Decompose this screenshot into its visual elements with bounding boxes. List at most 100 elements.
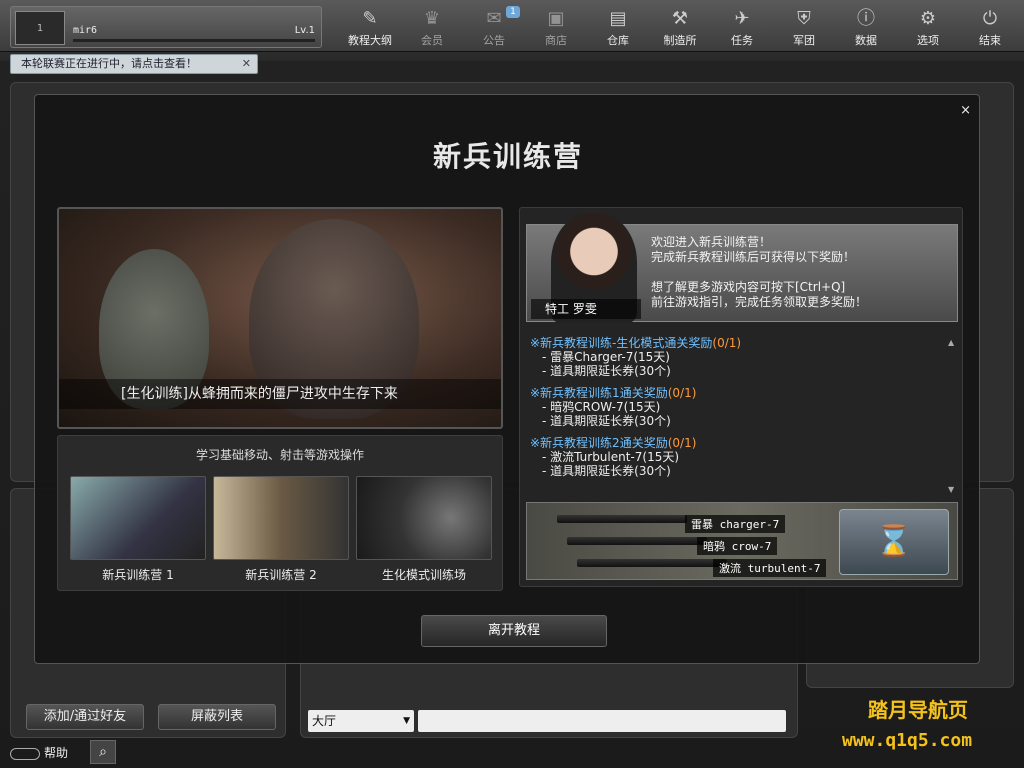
nav-item[interactable]: ⓘ 数据 bbox=[836, 4, 896, 50]
reward-item: - 暗鸦CROW-7(15天) bbox=[542, 400, 661, 414]
nav-icon: ✉ bbox=[486, 8, 502, 29]
nav-item[interactable]: ♛ 会员 bbox=[402, 4, 462, 50]
nav-label: 公告 bbox=[483, 34, 505, 47]
nav-icon: ⛨ bbox=[797, 8, 811, 29]
player-profile[interactable]: 1 mir6 Lv.1 bbox=[10, 6, 322, 48]
nav-icon: ⚒ bbox=[671, 8, 689, 29]
chevron-down-icon: ▼ bbox=[403, 716, 410, 726]
block-list-button[interactable]: 屏蔽列表 bbox=[158, 704, 276, 730]
nav-label: 军团 bbox=[793, 34, 815, 47]
reward-title: ※新兵教程训练2通关奖励(0/1) bbox=[530, 436, 697, 450]
player-level: Lv.1 bbox=[294, 25, 315, 36]
weapon-label: 暗鸦 crow-7 bbox=[697, 537, 778, 555]
reward-item: - 激流Turbulent-7(15天) bbox=[542, 450, 680, 464]
hourglass-icon: ⌛ bbox=[839, 509, 949, 575]
nav-label: 选项 bbox=[917, 34, 939, 47]
mode-card-training-1[interactable]: 新兵训练营 1 bbox=[70, 476, 206, 588]
player-name: mir6 bbox=[73, 25, 98, 36]
nav-icon: ▣ bbox=[547, 8, 565, 29]
weapon-showcase: 雷暴 charger-7 暗鸦 crow-7 激流 turbulent-7 ⌛ bbox=[526, 502, 958, 580]
npc-line: 完成新兵教程训练后可获得以下奖励！ bbox=[651, 250, 856, 264]
reward-item: - 道具期限延长券(30个) bbox=[542, 464, 671, 478]
help-link[interactable]: 帮助 bbox=[10, 744, 68, 761]
mode-card-biochem[interactable]: 生化模式训练场 bbox=[356, 476, 492, 588]
leave-tutorial-button[interactable]: 离开教程 bbox=[421, 615, 607, 647]
keyboard-icon bbox=[10, 747, 40, 760]
mode-label: 生化模式训练场 bbox=[381, 568, 466, 582]
reward-list: ※新兵教程训练-生化模式通关奖励(0/1) - 雷暴Charger-7(15天)… bbox=[530, 336, 950, 496]
chat-input[interactable] bbox=[418, 710, 786, 732]
reward-group: ※新兵教程训练2通关奖励(0/1) - 激流Turbulent-7(15天) -… bbox=[530, 436, 950, 478]
weapon-image bbox=[577, 559, 727, 567]
nav-icon: ▤ bbox=[609, 8, 627, 29]
weapon-image bbox=[557, 515, 687, 523]
rewards-panel: 特工 罗雯 欢迎进入新兵训练营！ 完成新兵教程训练后可获得以下奖励！ 想了解更多… bbox=[519, 207, 963, 587]
mode-card-training-2[interactable]: 新兵训练营 2 bbox=[213, 476, 349, 588]
nav-icon: ⓘ bbox=[857, 8, 875, 29]
nav-label: 结束 bbox=[979, 34, 1001, 47]
dialog-title: 新兵训练营 bbox=[432, 140, 583, 173]
nav-label: 仓库 bbox=[607, 34, 629, 47]
reward-item: - 道具期限延长券(30个) bbox=[542, 414, 671, 428]
nav-icon: ♛ bbox=[423, 8, 441, 29]
reward-group: ※新兵教程训练-生化模式通关奖励(0/1) - 雷暴Charger-7(15天)… bbox=[530, 336, 950, 378]
reward-group: ※新兵教程训练1通关奖励(0/1) - 暗鸦CROW-7(15天) - 道具期限… bbox=[530, 386, 950, 428]
npc-name: 特工 罗雯 bbox=[531, 299, 641, 319]
nav-label: 任务 bbox=[731, 34, 753, 47]
nav-item[interactable]: ✈ 任务 bbox=[712, 4, 772, 50]
nav-label: 教程大纲 bbox=[348, 34, 392, 47]
nav-item[interactable]: ▤ 仓库 bbox=[588, 4, 648, 50]
reward-title: ※新兵教程训练-生化模式通关奖励(0/1) bbox=[530, 336, 742, 350]
mode-label: 新兵训练营 1 bbox=[102, 568, 174, 582]
nav-item[interactable]: ✎ 教程大纲 bbox=[340, 4, 400, 50]
npc-box: 特工 罗雯 欢迎进入新兵训练营！ 完成新兵教程训练后可获得以下奖励！ 想了解更多… bbox=[526, 213, 958, 323]
reward-title: ※新兵教程训练1通关奖励(0/1) bbox=[530, 386, 697, 400]
nav-label: 商店 bbox=[545, 34, 567, 47]
npc-line: 想了解更多游戏内容可按下[Ctrl+Q] bbox=[651, 280, 846, 294]
nav-item[interactable]: ▣ 商店 bbox=[526, 4, 586, 50]
close-icon[interactable]: × bbox=[960, 103, 971, 118]
channel-select[interactable]: 大厅 ▼ bbox=[308, 710, 414, 732]
training-modes: 学习基础移动、射击等游戏操作 新兵训练营 1 新兵训练营 2 生化模式训练场 bbox=[57, 435, 503, 591]
weapon-label: 激流 turbulent-7 bbox=[713, 559, 827, 577]
npc-line: 前往游戏指引，完成任务领取更多奖励！ bbox=[651, 295, 868, 309]
channel-value: 大厅 bbox=[312, 714, 337, 728]
nav-label: 数据 bbox=[855, 34, 877, 47]
reward-item: - 道具期限延长券(30个) bbox=[542, 364, 671, 378]
scroll-down-icon[interactable]: ▼ bbox=[948, 485, 954, 494]
npc-line: 欢迎进入新兵训练营！ bbox=[651, 235, 772, 249]
npc-dialogue: 欢迎进入新兵训练营！ 完成新兵教程训练后可获得以下奖励！ 想了解更多游戏内容可按… bbox=[651, 235, 867, 310]
nav-icon: ⚙ bbox=[919, 8, 937, 29]
hero-caption: [生化训练]从蜂拥而来的僵尸进攻中生存下来 bbox=[59, 379, 501, 409]
mode-thumbnail bbox=[70, 476, 206, 560]
main-nav: ✎ 教程大纲 ♛ 会员 ✉ 公告 ▣ 商店 ▤ 仓库 ⚒ 制造所 ✈ 任务 ⛨ 军团 ⓘ 数据 ⚙ 选项 ⏻ 结束 1 bbox=[340, 4, 1024, 50]
nav-icon: ⏻ bbox=[982, 8, 998, 29]
league-notice[interactable]: 本轮联赛正在进行中，请点击查看！ ✕ bbox=[10, 54, 258, 74]
add-friend-button[interactable]: 添加/通过好友 bbox=[26, 704, 144, 730]
nav-item[interactable]: ⛨ 军团 bbox=[774, 4, 834, 50]
nav-icon: ✈ bbox=[734, 8, 750, 29]
nav-item[interactable]: ⚒ 制造所 bbox=[650, 4, 710, 50]
notice-text: 本轮联赛正在进行中，请点击查看！ bbox=[21, 57, 197, 70]
avatar: 1 bbox=[15, 11, 65, 45]
weapon-image bbox=[567, 537, 707, 545]
nav-item[interactable]: ⏻ 结束 bbox=[960, 4, 1020, 50]
nav-label: 会员 bbox=[421, 34, 443, 47]
nav-label: 制造所 bbox=[663, 34, 697, 47]
top-bar: 1 mir6 Lv.1 ✎ 教程大纲 ♛ 会员 ✉ 公告 ▣ 商店 ▤ 仓库 ⚒ 制造所 ✈ 任务 ⛨ 军团 ⓘ… bbox=[0, 0, 1024, 52]
biochem-training-banner[interactable]: [生化训练]从蜂拥而来的僵尸进攻中生存下来 bbox=[57, 207, 503, 429]
watermark-url: www.q1q5.com bbox=[842, 730, 973, 751]
mode-label: 新兵训练营 2 bbox=[245, 568, 317, 582]
modes-header: 学习基础移动、射击等游戏操作 bbox=[195, 448, 364, 462]
training-camp-dialog: × 新兵训练营 [生化训练]从蜂拥而来的僵尸进攻中生存下来 学习基础移动、射击等… bbox=[34, 94, 980, 664]
nav-icon: ✎ bbox=[362, 8, 378, 29]
mode-thumbnail bbox=[213, 476, 349, 560]
watermark-title: 踏月导航页 bbox=[868, 698, 968, 722]
scroll-up-icon[interactable]: ▲ bbox=[948, 338, 954, 347]
mode-thumbnail bbox=[356, 476, 492, 560]
search-icon[interactable]: ⌕ bbox=[90, 740, 116, 764]
close-icon[interactable]: ✕ bbox=[242, 55, 251, 73]
nav-item[interactable]: ⚙ 选项 bbox=[898, 4, 958, 50]
weapon-label: 雷暴 charger-7 bbox=[685, 515, 786, 533]
reward-scrollbar[interactable]: ▲ ▼ bbox=[948, 338, 956, 494]
